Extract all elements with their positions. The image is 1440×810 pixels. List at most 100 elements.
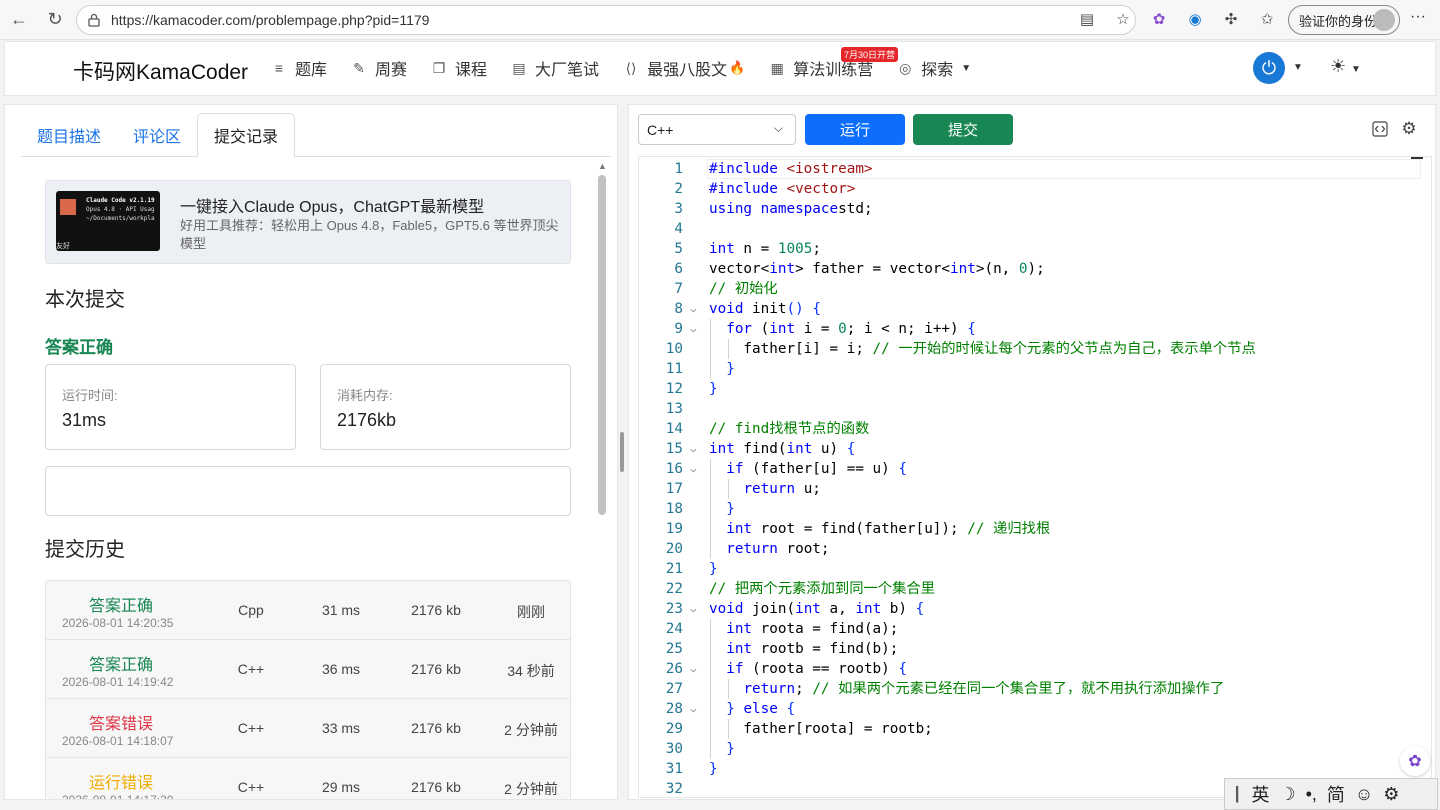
history-row[interactable]: 运行错误 2026-08-01 14:17:30 C++ 29 ms 2176 kb 2 …: [46, 758, 570, 799]
more-menu-icon[interactable]: ···: [1410, 8, 1426, 26]
code-token: for: [726, 321, 753, 337]
code-editor[interactable]: 1 #include <iostream> 2 #include <vector> 3 u…: [638, 156, 1432, 798]
code-line: 23 ⌵ void join(int a, int b) {: [639, 599, 1419, 619]
ime-item[interactable]: ☺: [1355, 784, 1373, 805]
power-icon[interactable]: ⏻: [1253, 52, 1285, 84]
code-text: if (roota == rootb) {: [709, 659, 907, 679]
compass-icon: ◎: [899, 59, 912, 76]
nav-item-2[interactable]: ❐ 课程: [431, 56, 487, 80]
history-memory: 2176 kb: [411, 720, 461, 736]
settings-gear-icon[interactable]: ⚙: [1399, 119, 1419, 139]
panel-splitter[interactable]: [620, 432, 624, 472]
nav-item-1[interactable]: ✎ 周赛: [351, 56, 407, 80]
thumb-line: Opus 4.8 · API Usag: [86, 206, 155, 213]
ime-item[interactable]: ☽: [1279, 784, 1295, 805]
code-token: {: [846, 441, 856, 457]
tab-0[interactable]: 题目描述: [21, 113, 117, 157]
history-ago: 34 秒前: [507, 663, 555, 679]
nav-item-6[interactable]: ◎ 探索 ▼: [897, 56, 971, 80]
language-select[interactable]: C++ ⌵: [638, 114, 796, 145]
nav-label: 课程: [455, 62, 488, 79]
fold-chevron-icon[interactable]: ⌵: [690, 599, 697, 619]
reader-mode-icon[interactable]: ▤: [1076, 8, 1098, 30]
tab-1[interactable]: 评论区: [117, 113, 197, 157]
scroll-up-icon[interactable]: ▲: [598, 161, 607, 171]
favorite-star-icon[interactable]: ☆: [1112, 8, 1134, 30]
left-scrollbar[interactable]: ▲: [597, 161, 607, 799]
code-token: roota = find(a);: [752, 621, 899, 637]
line-number: 23: [665, 601, 683, 617]
history-row[interactable]: 答案正确 2026-08-01 14:19:42 C++ 36 ms 2176 kb 34…: [46, 640, 570, 699]
history-row[interactable]: 答案正确 2026-08-01 14:20:35 Cpp 31 ms 2176 kb 刚刚: [46, 581, 570, 640]
code-token: // 把两个元素添加到同一个集合里: [709, 581, 935, 597]
run-button[interactable]: 运行: [805, 114, 905, 145]
ime-item[interactable]: ⚙: [1383, 784, 1399, 805]
code-token: std;: [838, 201, 873, 217]
code-view-icon[interactable]: [1370, 119, 1390, 139]
favorites-list-icon[interactable]: ✩: [1256, 8, 1278, 30]
nav-item-0[interactable]: ≡ 题库: [271, 56, 327, 80]
ai-brain-icon[interactable]: ✿: [1148, 8, 1170, 30]
nav-item-3[interactable]: ▤ 大厂笔试: [511, 56, 599, 80]
url-text: https://kamacoder.com/problempage.php?pi…: [111, 12, 430, 28]
pen-icon: ✎: [353, 59, 365, 76]
history-row[interactable]: 答案错误 2026-08-01 14:18:07 C++ 33 ms 2176 kb 2 …: [46, 699, 570, 758]
code-text: // 初始化: [709, 279, 778, 299]
scroll-thumb[interactable]: [598, 175, 606, 515]
site-info-icon[interactable]: [87, 13, 101, 27]
assistant-brain-icon[interactable]: ✿: [1400, 746, 1430, 776]
submit-button[interactable]: 提交: [913, 114, 1013, 145]
code-text: }: [709, 739, 735, 759]
code-text: #include <vector>: [709, 179, 855, 199]
history-runtime: 36 ms: [321, 661, 361, 677]
code-text: return; // 如果两个元素已经在同一个集合里了，就不用执行添加操作了: [709, 679, 1224, 699]
code-line: 31}: [639, 759, 1419, 779]
tab-2[interactable]: 提交记录: [197, 113, 296, 157]
site-logo[interactable]: 卡码网KamaCoder: [73, 56, 248, 86]
extension-badge-icon[interactable]: ◉: [1184, 8, 1206, 30]
refresh-icon[interactable]: ↻: [44, 9, 66, 31]
extensions-puzzle-icon[interactable]: ✣: [1220, 8, 1242, 30]
code-line: 3 using namespacestd;: [639, 199, 1419, 219]
chevron-down-icon: ▼: [961, 62, 972, 74]
fold-chevron-icon[interactable]: ⌵: [690, 459, 697, 479]
nav-item-4[interactable]: ⟨⟩ 最强八股文 🔥: [623, 56, 746, 80]
fold-chevron-icon[interactable]: ⌵: [690, 439, 697, 459]
history-ago: 刚刚: [517, 604, 545, 620]
fold-chevron-icon[interactable]: ⌵: [690, 659, 697, 679]
thumb-line: ~/Documents/workpla: [86, 215, 155, 222]
copy-icon: ❐: [432, 59, 446, 76]
list-icon: ≡: [274, 60, 284, 76]
address-bar[interactable]: https://kamacoder.com/problempage.php?pi…: [76, 5, 1136, 35]
code-token: init: [743, 301, 787, 317]
line-number: 13: [665, 401, 683, 417]
ime-item[interactable]: •,: [1306, 784, 1317, 805]
indent-guide: [728, 479, 729, 499]
fold-chevron-icon[interactable]: ⌵: [690, 299, 697, 319]
code-token: n =: [734, 241, 778, 257]
code-line: 19 int root = find(father[u]); // 递归找根: [639, 519, 1419, 539]
profile-button[interactable]: 验证你的身份: [1288, 5, 1400, 35]
runtime-card: 运行时间: 31ms: [45, 364, 296, 450]
fold-chevron-icon[interactable]: ⌵: [690, 699, 697, 719]
theme-menu-caret-icon[interactable]: ▼: [1351, 64, 1361, 75]
user-menu-caret-icon[interactable]: ▼: [1293, 62, 1303, 73]
line-number: 25: [665, 641, 683, 657]
history-runtime: 31 ms: [321, 602, 361, 618]
code-bracket-icon: ⟨⟩: [625, 59, 637, 76]
promo-title: 一键接入Claude Opus，ChatGPT最新模型: [180, 199, 485, 216]
code-token: join(: [743, 601, 796, 617]
code-token: }: [726, 361, 735, 377]
fold-chevron-icon[interactable]: ⌵: [690, 319, 697, 339]
theme-sun-icon[interactable]: ☀: [1330, 56, 1346, 77]
promo-banner[interactable]: Claude Code v2.1.19 Opus 4.8 · API Usag …: [45, 180, 571, 264]
ime-item[interactable]: 英: [1251, 781, 1269, 807]
line-number: 29: [665, 721, 683, 737]
back-icon[interactable]: ←: [8, 9, 30, 31]
claude-bot-icon: [60, 199, 76, 215]
ime-item[interactable]: 简: [1327, 781, 1345, 807]
code-token: int: [855, 601, 882, 617]
